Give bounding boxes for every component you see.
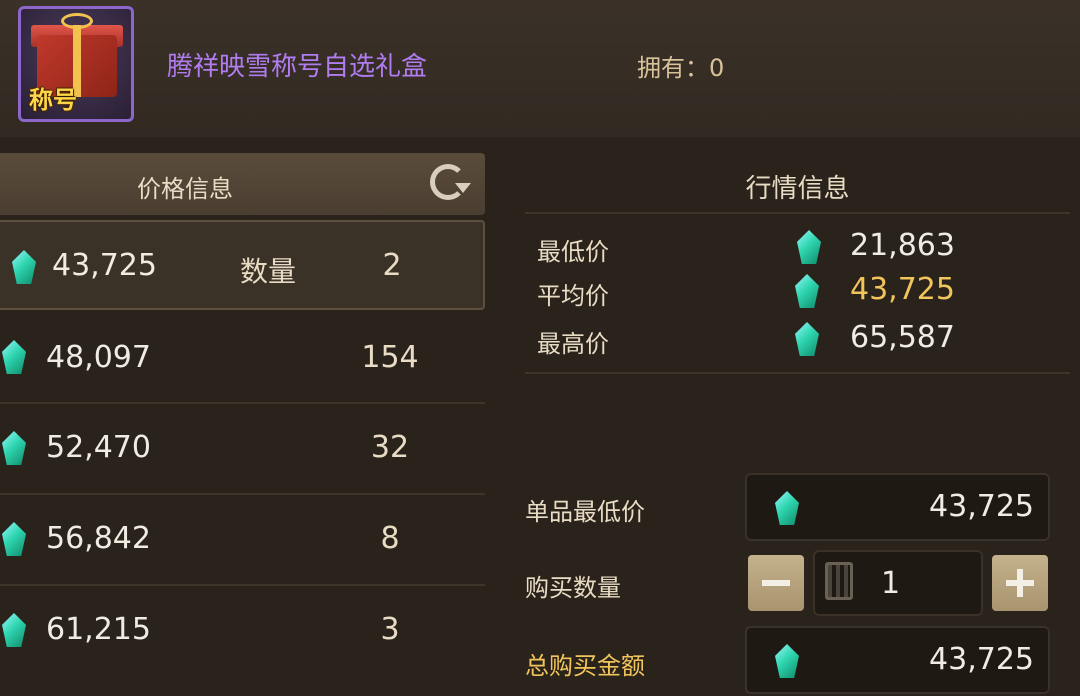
average-price-value: 43,725 [850,272,955,307]
gem-icon [775,491,799,525]
total-amount-label: 总购买金额 [525,652,645,680]
owned-count: 拥有：0 [637,54,725,82]
total-amount-value: 43,725 [929,642,1034,677]
divider [525,212,1070,214]
lowest-price-label: 最低价 [537,238,609,266]
increase-button[interactable] [992,555,1048,611]
price-info-header: 价格信息 [0,153,485,215]
quantity-value: 3 [380,612,400,647]
quantity-value: 8 [380,521,400,556]
market-info-title: 行情信息 [745,174,850,204]
price-value: 56,842 [46,521,151,556]
divider [525,372,1070,374]
decrease-button[interactable] [748,555,804,611]
refresh-icon[interactable] [430,164,471,200]
quantity-label: 数量 [240,255,297,288]
lowest-price-value: 21,863 [850,228,955,263]
item-name: 腾祥映雪称号自选礼盒 [167,52,428,82]
price-info-title: 价格信息 [137,175,233,203]
quantity-value: 2 [382,248,402,283]
gem-icon [2,522,26,556]
item-icon[interactable]: 称号 [18,6,134,122]
gem-icon [797,230,821,264]
gem-icon [2,340,26,374]
quantity-label: 购买数量 [525,574,621,602]
unit-price-label: 单品最低价 [525,498,645,526]
gem-icon [795,322,819,356]
gem-icon [775,644,799,678]
highest-price-value: 65,587 [850,320,955,355]
gem-icon [795,274,819,308]
price-value: 61,215 [46,612,151,647]
price-value: 48,097 [46,340,151,375]
price-row[interactable]: 43,725 数量 2 [0,220,485,310]
quantity-value: 154 [361,340,419,375]
unit-price-box: 43,725 [745,473,1050,541]
quantity-value: 1 [881,566,901,601]
price-row[interactable]: 48,097 154 [0,312,485,404]
unit-price-value: 43,725 [929,489,1034,524]
total-amount-box: 43,725 [745,626,1050,694]
calculator-icon[interactable] [825,562,853,600]
price-value: 52,470 [46,430,151,465]
average-price-label: 平均价 [537,282,609,310]
highest-price-label: 最高价 [537,330,609,358]
price-row[interactable]: 56,842 8 [0,494,485,586]
quantity-value: 32 [370,430,410,465]
minus-icon [762,580,790,586]
price-row[interactable]: 52,470 32 [0,403,485,495]
price-value: 43,725 [52,248,157,283]
item-header [0,0,1080,137]
price-row[interactable]: 61,215 3 [0,585,485,675]
quantity-input[interactable]: 1 [813,550,983,616]
gem-icon [2,431,26,465]
gem-icon [2,613,26,647]
title-tag: 称号 [29,86,77,114]
gem-icon [12,250,36,284]
